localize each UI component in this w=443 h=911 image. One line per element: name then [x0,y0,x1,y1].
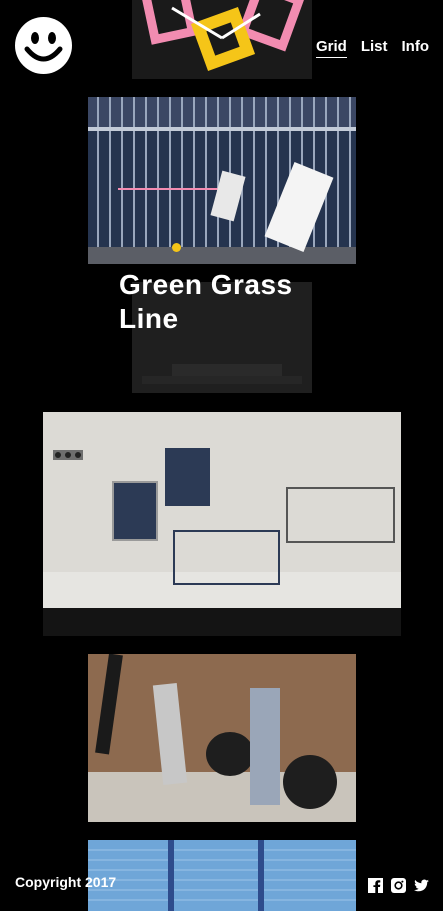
nav-grid[interactable]: Grid [315,38,347,58]
feature-title: Green Grass Line [119,269,293,334]
slider-dot[interactable] [172,243,181,252]
grid-tile-clock[interactable] [132,0,312,79]
twitter-icon[interactable] [414,878,429,893]
nav-list[interactable]: List [361,38,388,58]
grid-tile-graffiti[interactable] [88,97,356,264]
nav-info[interactable]: Info [402,38,430,58]
smiley-logo-icon[interactable] [15,17,72,74]
instagram-icon[interactable] [391,878,406,893]
copyright-text: Copyright 2017 [15,874,117,890]
facebook-icon[interactable] [368,878,383,893]
grid-tile-white-wall[interactable] [43,412,401,636]
grid-tile-brick-wall[interactable] [88,654,356,822]
grid-tile-blue-shutter[interactable] [88,840,356,911]
social-links [368,878,429,893]
main-nav: Grid List Info [315,38,430,58]
